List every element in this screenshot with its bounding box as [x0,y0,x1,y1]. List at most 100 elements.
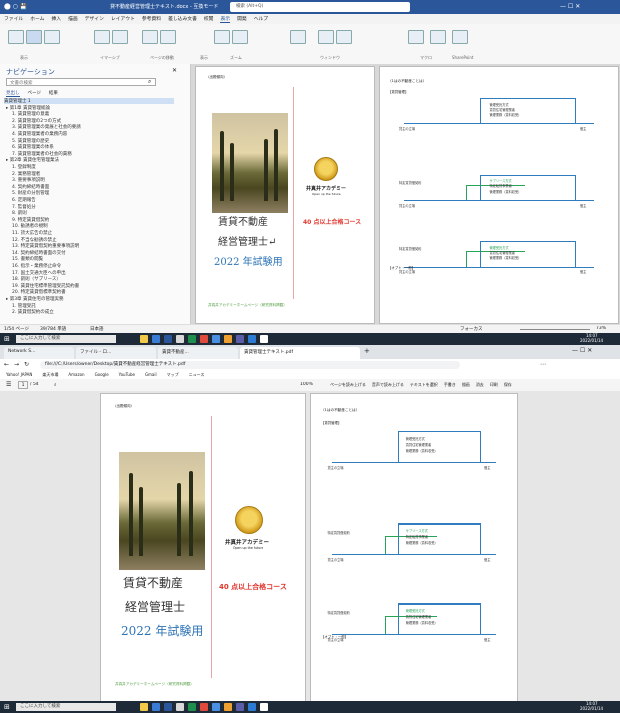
pdf-tool[interactable]: 手書き [444,382,456,388]
nav-heading-item[interactable]: ▸ 第3章 賃貸住宅の管理実務 [6,296,63,302]
nav-heading-item[interactable]: 1. 登録制度 [12,164,36,170]
ribbon-tab[interactable]: 校閲 [204,15,214,23]
ribbon-tab[interactable]: ホーム [30,15,44,23]
taskbar-app-icon[interactable] [248,703,256,711]
browser-tab-active[interactable]: 賃貸管理士テキスト.pdf [240,347,360,359]
pdf-tool[interactable]: 保存 [504,382,512,388]
close-icon[interactable]: ✕ [172,67,177,74]
zoom-100-icon[interactable] [232,30,248,44]
taskbar-search-2[interactable]: ここに入力して検索 [16,703,116,711]
switch-windows-icon[interactable] [408,30,424,44]
nav-heading-item[interactable]: 8. 罰則 [12,210,27,216]
nav-heading-item[interactable]: 16. 指示・業務停止命令 [12,263,61,269]
bookmark-item[interactable]: Amazon [68,372,84,378]
nav-heading-item[interactable]: 11. 誇大広告の禁止 [12,230,52,236]
page-number-input[interactable]: 1 [18,381,28,389]
nav-heading-item[interactable]: 9. 特定賃貸借契約 [12,217,49,223]
taskbar-app-icon[interactable] [212,703,220,711]
focus-mode[interactable]: フォーカス [460,326,483,332]
bookmark-item[interactable]: Yahoo! JAPAN [6,372,32,378]
new-window-icon[interactable] [290,30,306,44]
nav-heading-item[interactable]: 4. 賃貸管理業者の業務内容 [12,131,67,137]
nav-heading-item[interactable]: 5. 賃貸管理の歴史 [12,138,49,144]
contents-icon[interactable]: ☰ [6,381,11,388]
pdf-tool[interactable]: テキストを選択 [410,382,438,388]
extensions-icon[interactable]: ⋯ [540,361,546,368]
macros-icon[interactable] [430,30,446,44]
focus-icon[interactable] [94,30,110,44]
pdf-tool[interactable]: 音声で読み上げる [372,382,404,388]
windows-start-icon[interactable]: ⊞ [4,335,10,343]
vertical-icon[interactable] [142,30,158,44]
ribbon-tab[interactable]: デザイン [85,15,104,23]
pdf-tool[interactable]: 描画 [462,382,470,388]
search-icon[interactable]: ⌕ [148,78,151,86]
search-box[interactable]: 検索 (Alt+Q) [230,2,410,12]
nav-heading-item[interactable]: 18. 罰則（サブリース） [12,276,61,282]
sharepoint-icon[interactable] [452,30,468,44]
reload-icon[interactable]: ↻ [24,361,29,368]
taskbar-app-icon[interactable] [200,335,208,343]
nav-heading-item[interactable]: 6. 定期報告 [12,197,36,203]
taskbar-search[interactable]: ここに入力して検索 [16,335,116,343]
nav-heading-item[interactable]: ▸ 第1章 賃貸管理総論 [6,105,50,111]
bookmark-item[interactable]: Google [95,372,109,378]
taskbar-app-icon[interactable] [140,703,148,711]
side-to-side-icon[interactable] [160,30,176,44]
ribbon-tab[interactable]: 開発 [237,15,247,23]
taskbar-app-icon[interactable] [152,335,160,343]
nav-heading-item[interactable]: 1. 賃貸管理の意義 [12,111,49,117]
new-tab-button[interactable]: + [364,347,370,355]
taskbar-app-icon[interactable] [248,335,256,343]
zoom-icon[interactable] [214,30,230,44]
taskbar-app-icon[interactable] [140,335,148,343]
nav-heading-item[interactable]: 7. 賃貸管理業者の社会的責務 [12,151,72,157]
cover-footer-link[interactable]: 井真井アカデミーホームページ（研究資料掲載） [208,303,287,308]
autosave-label[interactable]: ⬤ ○ 💾 [4,3,27,10]
taskbar-app-icon[interactable] [260,703,268,711]
pdf-zoom-level[interactable]: 100% [300,382,313,387]
nav-heading-item[interactable]: 19. 賃貸住宅標準管理受託契約書 [12,283,79,289]
browser-window-controls[interactable]: — ☐ ✕ [572,347,592,354]
nav-heading-item[interactable]: 20. 特定賃貸借標準契約書 [12,289,66,295]
ribbon-tab[interactable]: ファイル [4,15,23,23]
read-mode-icon[interactable] [8,30,24,44]
print-layout-icon[interactable] [26,30,42,44]
nav-heading-item[interactable]: 1. 管理受託 [12,303,36,309]
browser-tab-2[interactable]: ファイル - ロ... [76,347,156,359]
taskbar-app-icon[interactable] [176,703,184,711]
web-layout-icon[interactable] [44,30,60,44]
browser-tab-3[interactable]: 賃貸不動産... [158,347,238,359]
taskbar-app-icon[interactable] [164,335,172,343]
bookmark-item[interactable]: マップ [167,372,179,378]
find-icon[interactable]: ⌕ [54,382,57,388]
nav-heading-item[interactable]: 2. 賃貸借契約の成立 [12,309,54,315]
browser-tab-1[interactable]: Network S... [4,347,74,359]
taskbar-app-icon[interactable] [236,703,244,711]
tab-pages[interactable]: ページ [28,90,41,97]
tab-headings[interactable]: 見出し [6,90,20,97]
taskbar-app-icon[interactable] [200,703,208,711]
ribbon-tab[interactable]: レイアウト [111,15,135,23]
nav-heading-item[interactable]: 5. 財産の分別管理 [12,190,49,196]
pdf-tool[interactable]: ページを読み上げる [330,382,366,388]
ribbon-tab[interactable]: 差し込み文書 [168,15,197,23]
nav-heading-item[interactable]: 6. 賃貸管理業の体系 [12,144,54,150]
split-icon[interactable] [336,30,352,44]
taskbar-app-icon[interactable] [176,335,184,343]
tab-results[interactable]: 結果 [49,90,58,97]
immersive-reader-icon[interactable] [112,30,128,44]
forward-icon[interactable]: → [14,361,19,368]
taskbar-app-icon[interactable] [212,335,220,343]
taskbar-app-icon[interactable] [188,335,196,343]
ribbon-tab[interactable]: ヘルプ [254,15,268,23]
nav-heading-item[interactable]: ▸ 第2章 賃貸住宅管理業法 [6,157,59,163]
nav-heading-item[interactable]: 10. 勧誘者の規制 [12,223,48,229]
taskbar-app-icon[interactable] [188,703,196,711]
nav-heading-item[interactable]: 13. 特定賃貸借契約重要事項説明 [12,243,79,249]
pdf-footer-link[interactable]: 井真井アカデミーホームページ（研究資料掲載） [115,682,194,687]
nav-search-input[interactable] [6,78,156,86]
nav-heading-item[interactable]: 14. 契約締結時書面の交付 [12,250,66,256]
nav-heading-item[interactable]: 15. 書類の閲覧 [12,256,43,262]
ribbon-tab[interactable]: 描画 [68,15,78,23]
